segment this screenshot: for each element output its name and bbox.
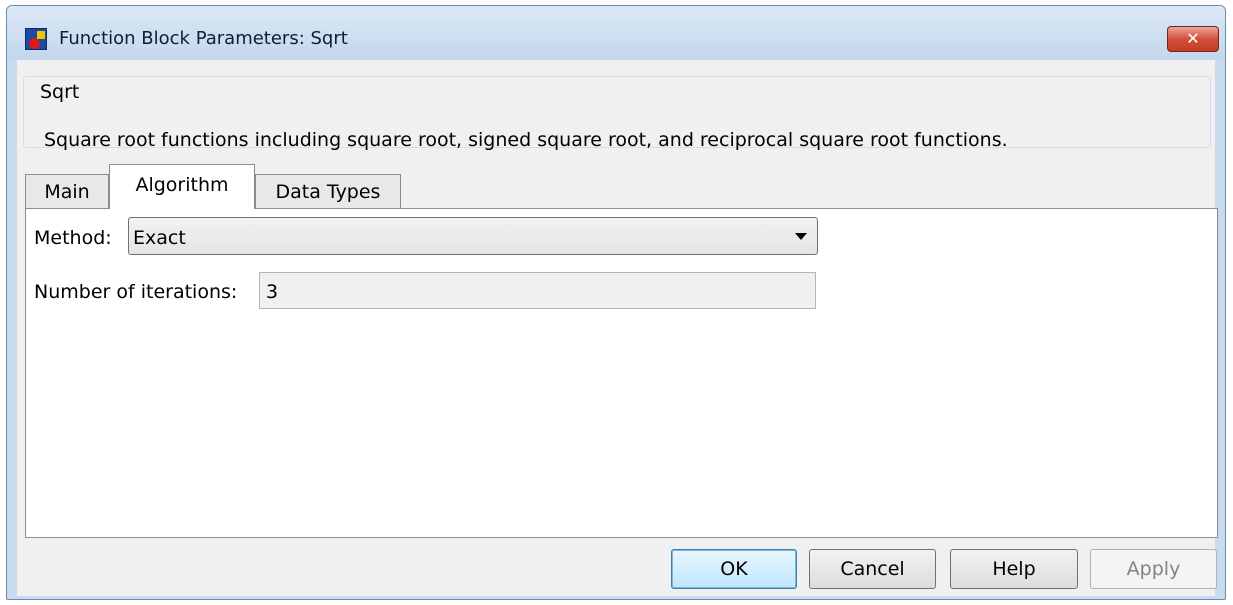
tab-main[interactable]: Main: [25, 174, 109, 208]
iterations-label: Number of iterations:: [34, 281, 238, 303]
simulink-block-icon: [25, 28, 47, 50]
ok-button[interactable]: OK: [671, 549, 797, 589]
block-description-group: Sqrt Square root functions including squ…: [23, 76, 1211, 151]
dialog-body: Sqrt Square root functions including squ…: [17, 60, 1218, 596]
method-selected-value: Exact: [133, 227, 186, 249]
help-button[interactable]: Help: [950, 549, 1078, 589]
tab-data-types[interactable]: Data Types: [255, 174, 401, 208]
title-bar[interactable]: Function Block Parameters: Sqrt ✕: [7, 6, 1225, 60]
algorithm-tab-panel: Method: Exact Number of iterations: 3: [25, 208, 1218, 538]
close-button[interactable]: ✕: [1167, 26, 1219, 52]
method-dropdown[interactable]: Exact: [128, 217, 818, 255]
method-label: Method:: [34, 227, 112, 249]
dialog-window: Function Block Parameters: Sqrt ✕ Sqrt S…: [6, 5, 1226, 600]
cancel-button[interactable]: Cancel: [809, 549, 936, 589]
window-title: Function Block Parameters: Sqrt: [59, 28, 348, 49]
iterations-input[interactable]: 3: [259, 272, 816, 309]
block-description: Square root functions including square r…: [44, 129, 1008, 151]
apply-button[interactable]: Apply: [1090, 549, 1217, 589]
group-title: Sqrt: [36, 81, 84, 103]
tab-algorithm[interactable]: Algorithm: [109, 164, 255, 209]
dropdown-arrow-icon: [795, 233, 807, 240]
